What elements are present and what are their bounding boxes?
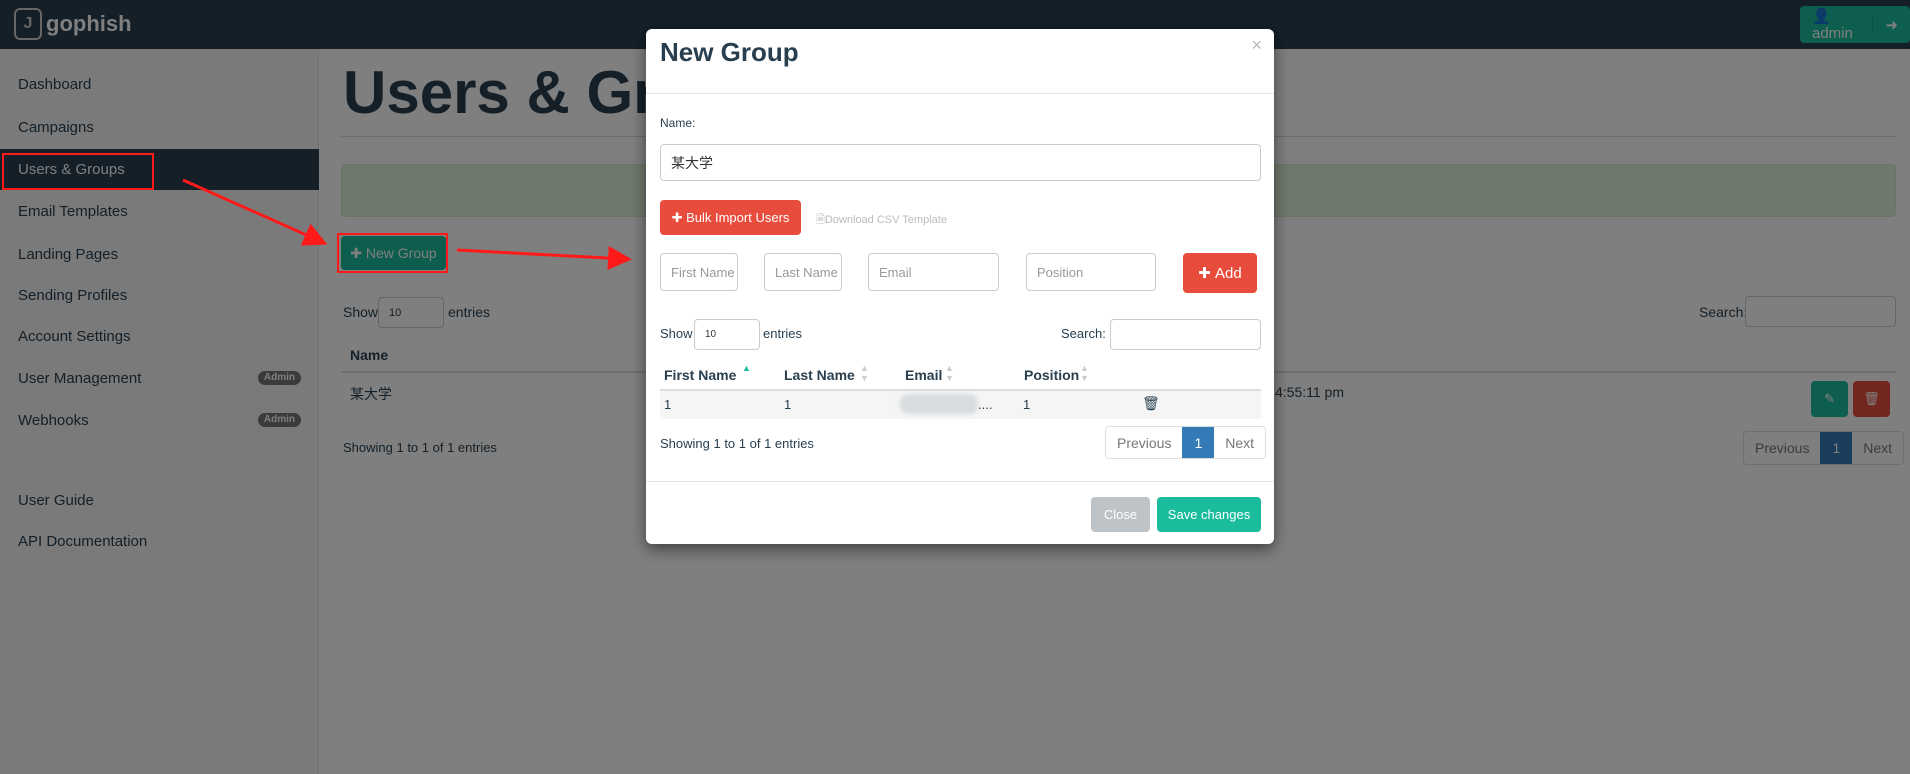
annotation-arrows	[182, 178, 632, 271]
arrow-to-new-group	[182, 178, 328, 246]
arrow-to-modal	[456, 246, 632, 271]
